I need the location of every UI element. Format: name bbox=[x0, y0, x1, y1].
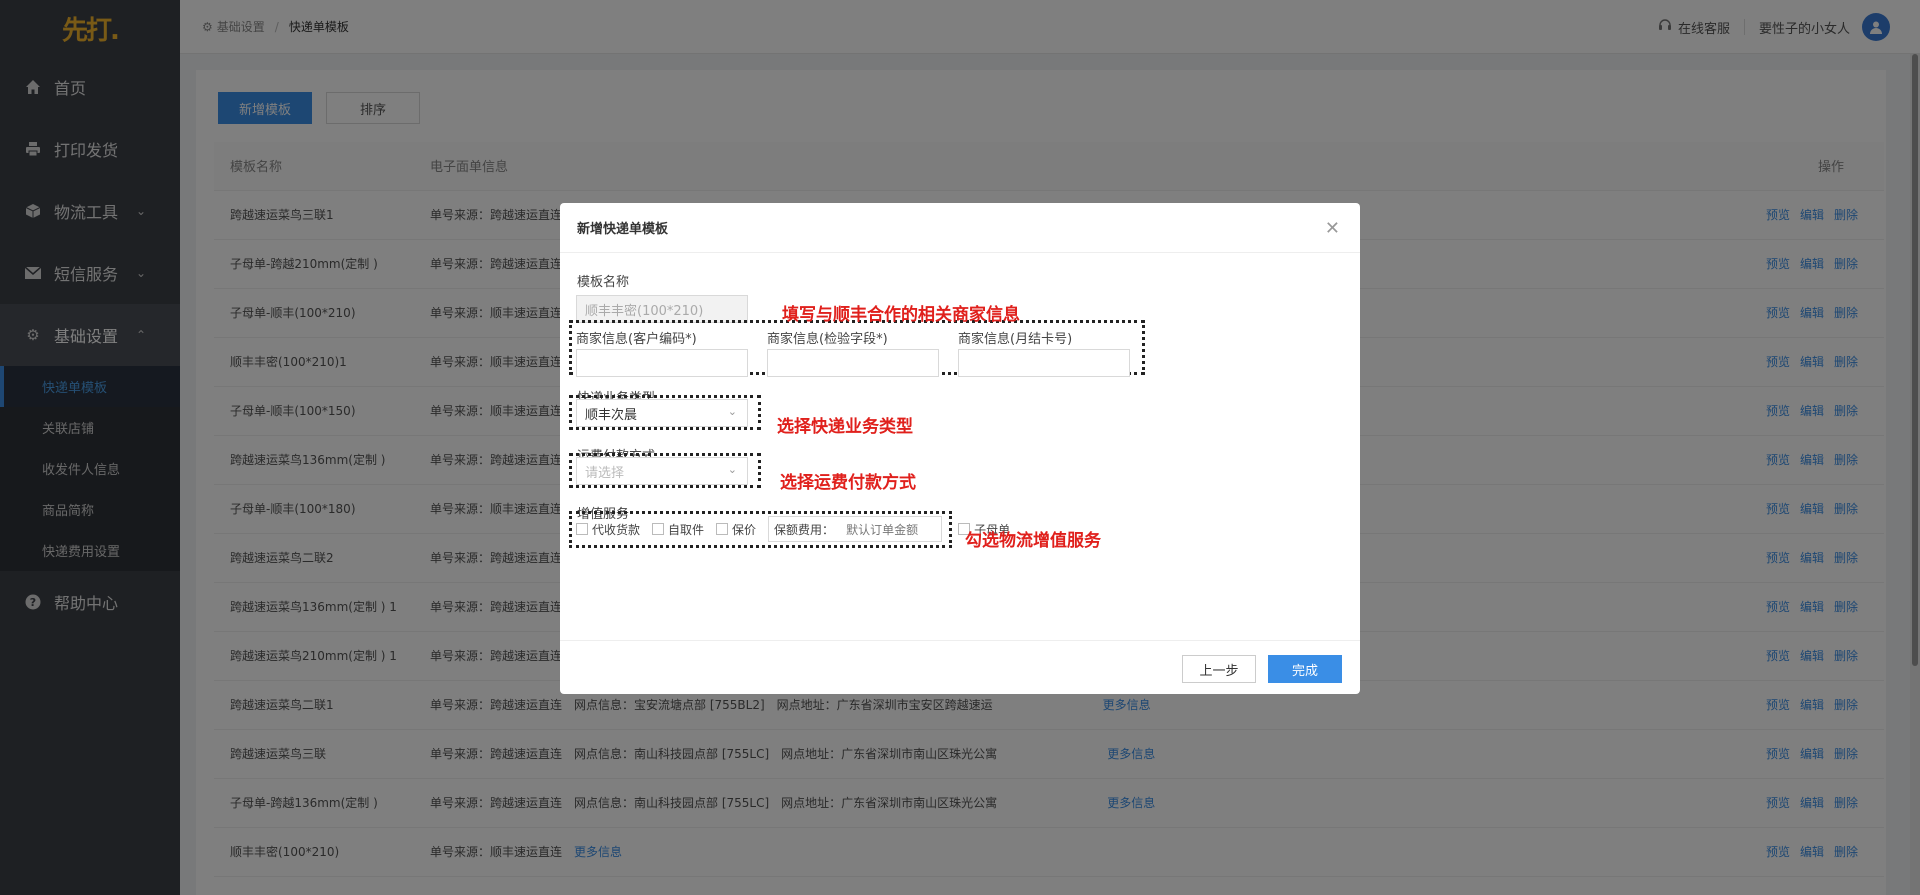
merchant-check-label: 商家信息(检验字段*) bbox=[767, 332, 888, 347]
chevron-down-icon: ⌄ bbox=[727, 463, 737, 476]
template-name-field: 顺丰丰密(100*210) bbox=[576, 295, 748, 323]
payment-placeholder: 请选择 bbox=[585, 465, 625, 481]
done-button[interactable]: 完成 bbox=[1268, 655, 1342, 683]
annotation-payment: 选择运费付款方式 bbox=[780, 473, 916, 493]
merchant-code-label: 商家信息(客户编码*) bbox=[576, 332, 697, 347]
checkbox[interactable] bbox=[716, 523, 729, 535]
option-label: 自取件 bbox=[668, 522, 705, 537]
insured-amount-field[interactable]: 保额费用： 默认订单金额 bbox=[768, 516, 943, 542]
insure-label: 保额费用： bbox=[774, 522, 835, 537]
modal-footer: 上一步 完成 bbox=[560, 640, 1360, 694]
prev-step-button[interactable]: 上一步 bbox=[1182, 655, 1256, 683]
checkbox[interactable] bbox=[652, 523, 665, 535]
template-name-label: 模板名称 bbox=[577, 275, 630, 290]
option-self-pickup[interactable]: 自取件 bbox=[652, 521, 704, 538]
value-added-options: 代收货款 自取件 保价 保额费用： 默认订单金额 子母单 bbox=[576, 516, 1022, 542]
checkbox[interactable] bbox=[576, 523, 588, 535]
merchant-code-field[interactable] bbox=[576, 349, 748, 377]
annotation-value-added: 勾选物流增值服务 bbox=[965, 531, 1101, 551]
service-type-value: 顺丰次晨 bbox=[585, 407, 638, 423]
option-label: 代收货款 bbox=[592, 522, 641, 537]
new-template-modal: 新增快递单模板 ✕ 模板名称 顺丰丰密(100*210) 填写与顺丰合作的相关商… bbox=[560, 203, 1360, 694]
annotation-service: 选择快递业务类型 bbox=[777, 417, 913, 437]
merchant-monthly-label: 商家信息(月结卡号) bbox=[958, 332, 1073, 347]
chevron-down-icon: ⌄ bbox=[727, 405, 737, 418]
insure-value: 默认订单金额 bbox=[846, 522, 919, 537]
annotation-merchant: 填写与顺丰合作的相关商家信息 bbox=[782, 305, 1020, 325]
option-cod[interactable]: 代收货款 bbox=[576, 521, 640, 538]
option-insured[interactable]: 保价 bbox=[716, 521, 756, 538]
modal-title: 新增快递单模板 bbox=[560, 203, 1360, 253]
option-label: 保价 bbox=[732, 522, 757, 537]
payment-select[interactable]: 请选择 ⌄ bbox=[576, 457, 748, 485]
service-type-select[interactable]: 顺丰次晨 ⌄ bbox=[576, 399, 748, 427]
close-icon[interactable]: ✕ bbox=[1325, 218, 1340, 239]
merchant-check-field[interactable] bbox=[767, 349, 939, 377]
merchant-monthly-field[interactable] bbox=[958, 349, 1130, 377]
